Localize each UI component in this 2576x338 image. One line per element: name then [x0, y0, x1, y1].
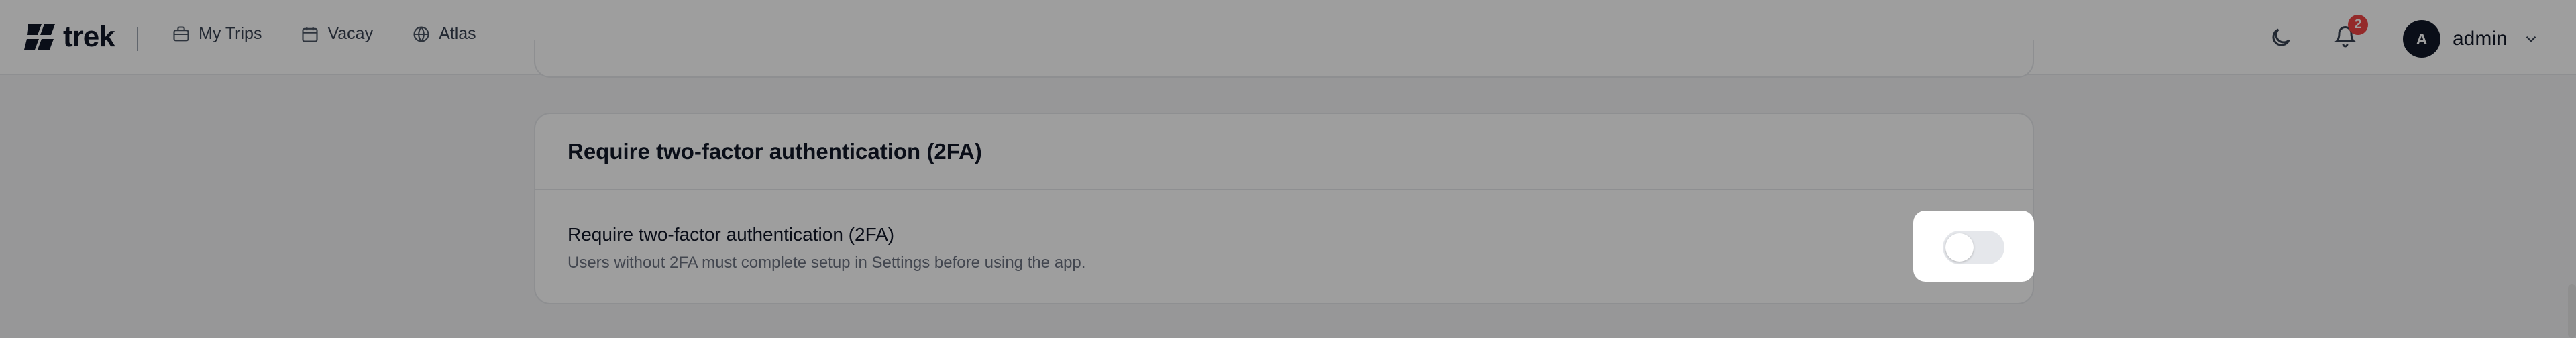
page: trek My Trips Vacay Atlas 2 A admin Requ… — [0, 0, 2576, 338]
require-2fa-toggle[interactable] — [1943, 231, 2004, 264]
toggle-knob — [1945, 233, 1974, 262]
toggle-highlight — [1913, 211, 2034, 282]
page-scrollbar[interactable] — [2568, 284, 2576, 338]
dim-overlay — [0, 0, 2576, 338]
